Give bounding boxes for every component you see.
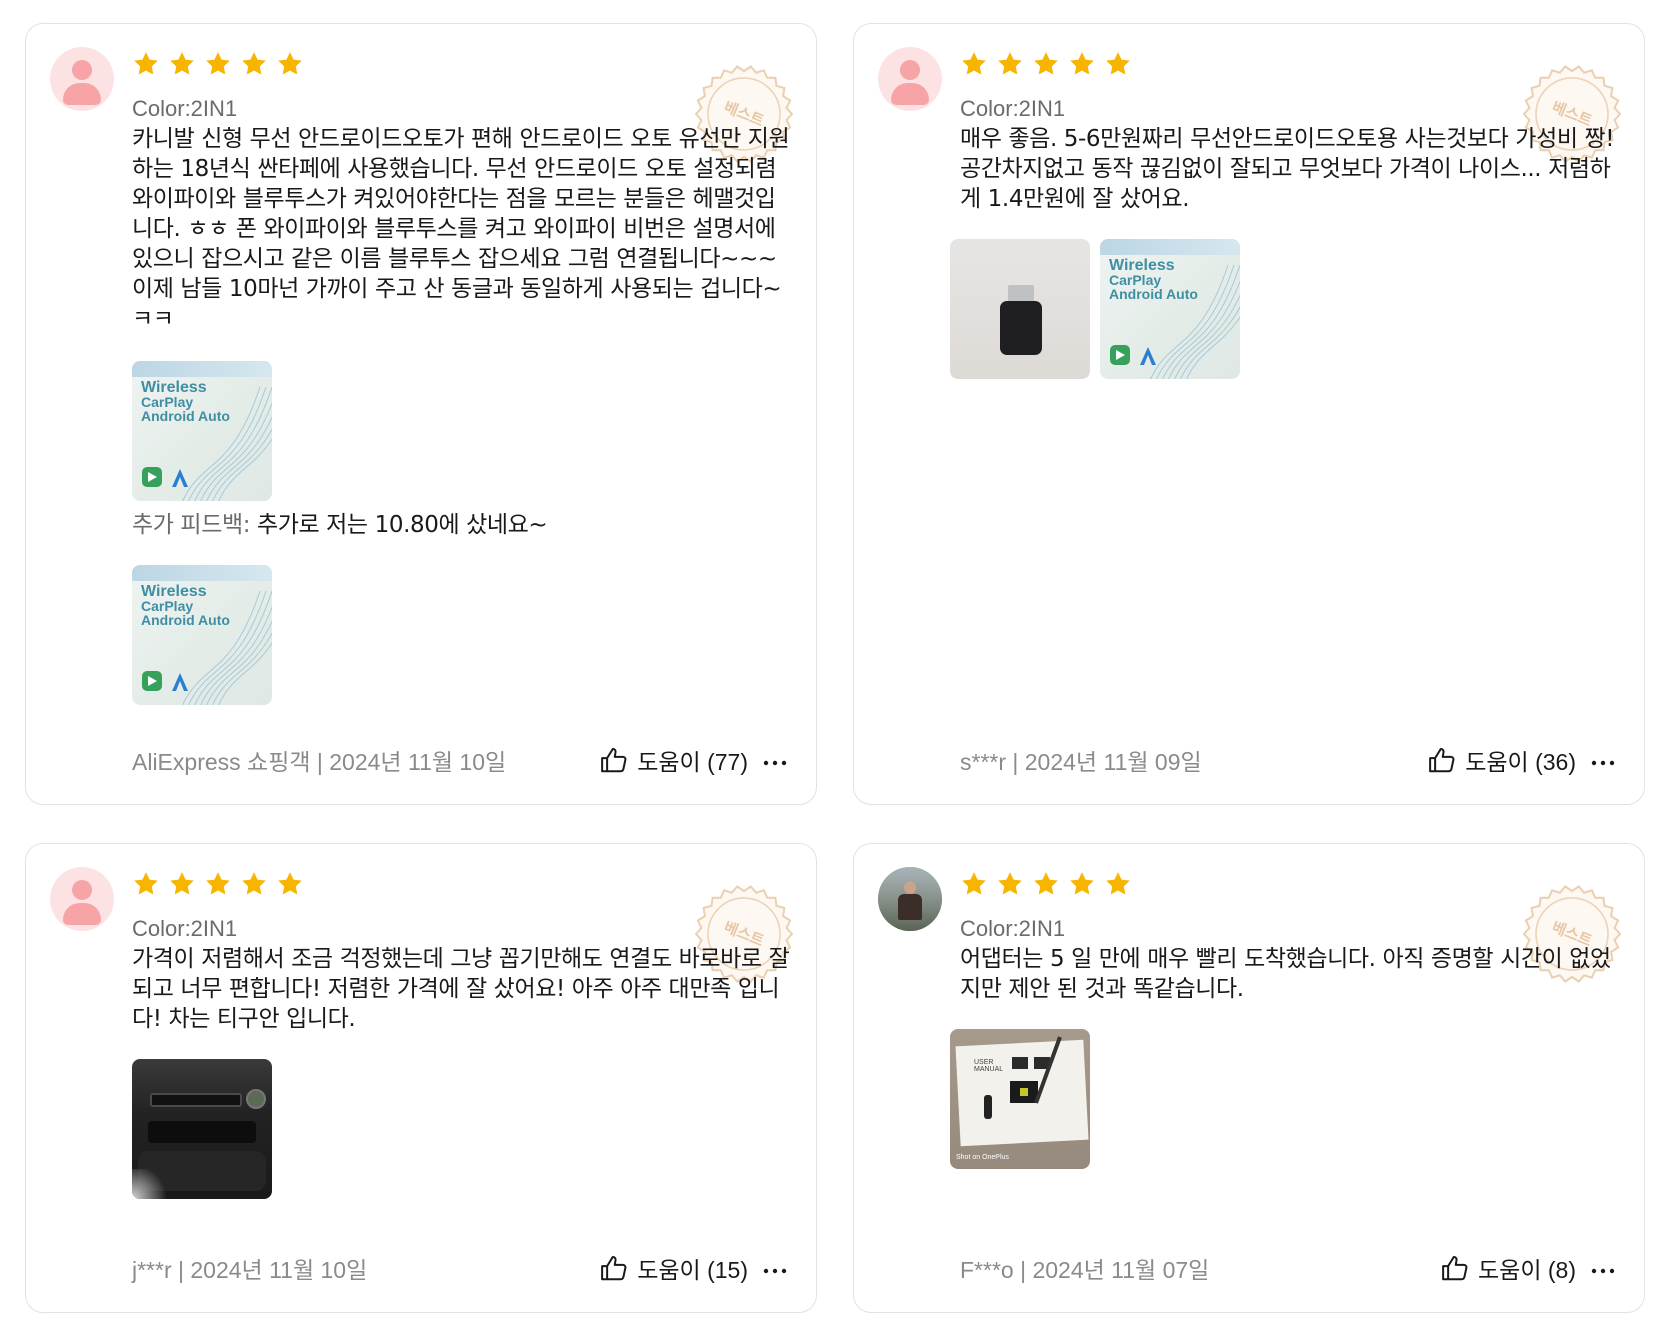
more-menu-icon[interactable]	[756, 1255, 788, 1282]
star-icon	[134, 52, 158, 75]
review-text: 어댑터는 5 일 만에 매우 빨리 도착했습니다. 아직 증명할 시간이 없었지…	[960, 946, 1611, 1002]
star-icon	[998, 872, 1022, 895]
review-meta: s***r | 2024년 11월 09일	[960, 749, 1202, 775]
star-rating	[132, 870, 304, 902]
helpful-count: 도움이 (8)	[1478, 1257, 1576, 1283]
helpful-button[interactable]: 도움이 (15)	[599, 1251, 748, 1285]
star-icon	[1106, 872, 1130, 895]
feedback-text: 추가로 저는 10.80에 샀네요~	[256, 512, 548, 538]
star-icon	[962, 52, 986, 75]
star-icon	[278, 872, 302, 895]
variant-label: Color:2IN1	[132, 96, 238, 121]
variant-label: Color:2IN1	[132, 916, 238, 941]
review-text: 카니발 신형 무선 안드로이드오토가 편해 안드로이드 오토 유선만 지원하는 …	[132, 126, 790, 332]
star-icon	[242, 52, 266, 75]
avatar	[878, 867, 942, 931]
star-icon	[1070, 52, 1094, 75]
avatar	[878, 47, 942, 111]
star-icon	[242, 872, 266, 895]
helpful-count: 도움이 (15)	[637, 1257, 748, 1283]
star-icon	[1070, 872, 1094, 895]
review-photo[interactable]: Wireless CarPlay Android Auto	[132, 361, 272, 501]
star-icon	[170, 872, 194, 895]
star-rating	[960, 870, 1132, 902]
star-rating	[960, 50, 1132, 82]
star-icon	[998, 52, 1022, 75]
star-icon	[134, 872, 158, 895]
review-photo[interactable]	[132, 1059, 272, 1199]
helpful-button[interactable]: 도움이 (8)	[1440, 1251, 1576, 1285]
more-menu-icon[interactable]	[756, 747, 788, 774]
more-menu-icon[interactable]	[1584, 1255, 1616, 1282]
helpful-button[interactable]: 도움이 (36)	[1427, 743, 1576, 777]
feedback-label: 추가 피드백:	[132, 512, 251, 538]
helpful-count: 도움이 (77)	[637, 749, 748, 775]
star-icon	[206, 52, 230, 75]
review-card: Color:2IN1 베스트 어댑터는 5 일 만에 매우 빨리 도착했습니다.…	[853, 843, 1645, 1313]
review-text: 가격이 저렴해서 조금 걱정했는데 그냥 꼽기만해도 연결도 바로바로 잘 되고…	[132, 946, 790, 1032]
avatar	[50, 867, 114, 931]
feedback-photo[interactable]: Wireless CarPlay Android Auto	[132, 565, 272, 705]
thumbs-up-icon	[601, 748, 627, 773]
star-icon	[1034, 872, 1058, 895]
review-photo[interactable]: USER MANUAL Shot on OnePlus	[950, 1029, 1090, 1169]
additional-feedback: 추가 피드백: 추가로 저는 10.80에 샀네요~	[132, 510, 792, 540]
more-menu-icon[interactable]	[1584, 747, 1616, 774]
star-icon	[278, 52, 302, 75]
star-icon	[962, 872, 986, 895]
review-meta: AliExpress 쇼핑객 | 2024년 11월 10일	[132, 749, 507, 775]
review-card: Color:2IN1 베스트 매우 좋음. 5-6만원짜리 무선안드로이드오토용…	[853, 23, 1645, 805]
star-icon	[1034, 52, 1058, 75]
review-card: Color:2IN1 베스트 가격이 저렴해서 조금 걱정했는데 그냥 꼽기만해…	[25, 843, 817, 1313]
review-meta: j***r | 2024년 11월 10일	[132, 1257, 368, 1283]
helpful-count: 도움이 (36)	[1465, 749, 1576, 775]
review-text: 매우 좋음. 5-6만원짜리 무선안드로이드오토용 사는것보다 가성비 짱! 공…	[960, 126, 1615, 212]
variant-label: Color:2IN1	[960, 96, 1066, 121]
thumbs-up-icon	[601, 1256, 627, 1281]
thumbs-up-icon	[1442, 1256, 1468, 1281]
star-icon	[206, 872, 230, 895]
thumbs-up-icon	[1429, 748, 1455, 773]
review-photo[interactable]: Wireless CarPlay Android Auto	[1100, 239, 1240, 379]
review-card: Color:2IN1 베스트 카니발 신형 무선 안드로이드오토가 편해 안드로…	[25, 23, 817, 805]
star-icon	[170, 52, 194, 75]
avatar	[50, 47, 114, 111]
review-meta: F***o | 2024년 11월 07일	[960, 1257, 1210, 1283]
helpful-button[interactable]: 도움이 (77)	[599, 743, 748, 777]
review-photo[interactable]	[950, 239, 1090, 379]
star-icon	[1106, 52, 1130, 75]
variant-label: Color:2IN1	[960, 916, 1066, 941]
star-rating	[132, 50, 304, 82]
